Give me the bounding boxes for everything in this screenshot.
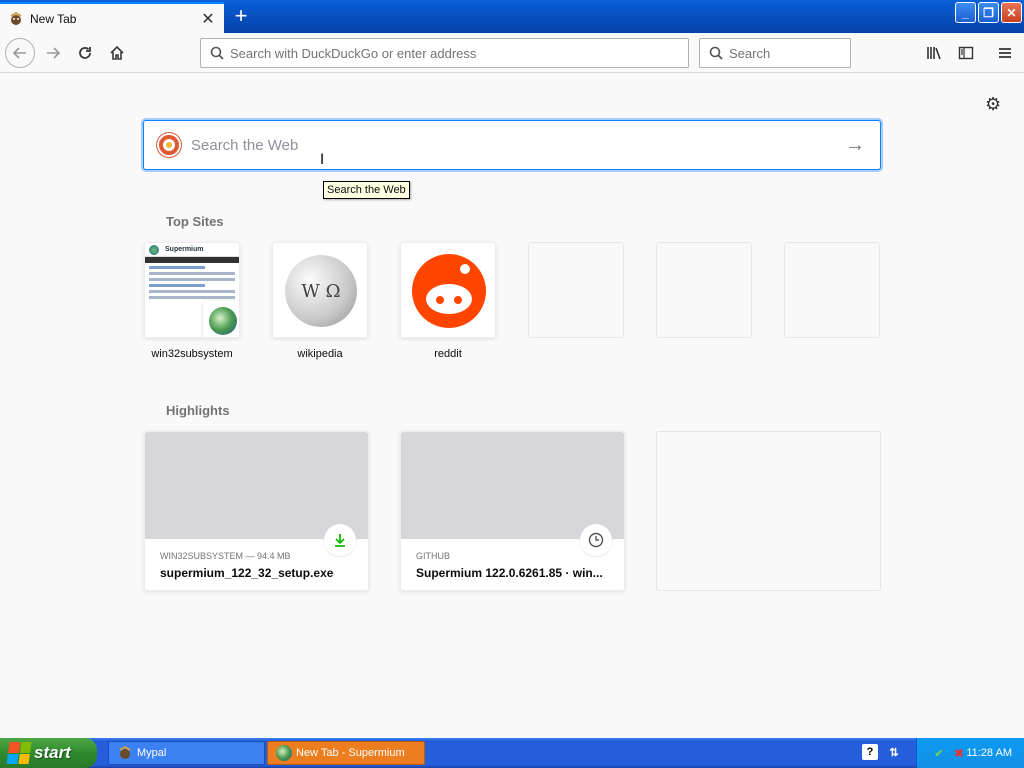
duckduckgo-icon — [157, 133, 181, 157]
empty-site-slot — [656, 242, 752, 338]
site-label: win32subsystem — [151, 348, 233, 360]
site-label: reddit — [434, 348, 462, 360]
task-label: New Tab - Supermium — [296, 747, 405, 759]
top-site-empty[interactable] — [784, 242, 880, 338]
top-site-empty[interactable] — [528, 242, 624, 338]
card-title: supermium_122_32_setup.exe — [160, 566, 334, 580]
tooltip: Search the Web — [323, 181, 410, 199]
arrow-right-icon[interactable]: → — [845, 134, 865, 157]
site-favicon — [203, 301, 239, 337]
start-button[interactable]: start — [0, 738, 97, 768]
sidebar-icon — [958, 46, 974, 60]
supermium-icon — [276, 745, 292, 761]
taskbar-item-mypal[interactable]: Mypal — [108, 741, 265, 765]
sidebar-button[interactable] — [951, 38, 981, 68]
download-icon — [324, 524, 356, 556]
card-preview — [145, 432, 368, 539]
card-preview — [401, 432, 624, 539]
top-site-empty[interactable] — [656, 242, 752, 338]
close-tab-icon[interactable]: ✕ — [198, 9, 218, 29]
hamburger-menu-icon — [999, 48, 1011, 58]
task-label: Mypal — [137, 747, 167, 759]
wikipedia-globe-icon: W Ω — [285, 255, 357, 327]
thumbnail-header: Supermium — [145, 243, 239, 257]
url-bar-placeholder: Search with DuckDuckGo or enter address — [230, 45, 477, 61]
url-bar[interactable]: Search with DuckDuckGo or enter address — [200, 38, 689, 68]
empty-site-slot — [528, 242, 624, 338]
top-site-wikipedia[interactable]: W Ω wikipedia — [272, 242, 368, 360]
text-cursor-icon: I — [320, 152, 325, 168]
web-search-placeholder: Search the Web — [191, 136, 299, 154]
tab-strip: New Tab ✕ + _ ❐ ✕ — [0, 0, 1024, 33]
taskbar-item-supermium[interactable]: New Tab - Supermium — [267, 741, 425, 765]
supermium-logo — [149, 245, 159, 255]
mypal-icon — [119, 745, 131, 759]
highlight-card[interactable]: WIN32SUBSYSTEM — 94.4 MB supermium_122_3… — [144, 431, 369, 591]
arrow-right-icon — [47, 47, 61, 59]
top-site-win32subsystem[interactable]: Supermium win32subsystem — [144, 242, 240, 360]
search-bar[interactable]: Search — [699, 38, 851, 68]
search-icon — [210, 46, 224, 60]
tab-title: New Tab — [30, 11, 77, 26]
gear-icon[interactable]: ⚙ — [985, 95, 1003, 113]
reddit-icon — [412, 254, 486, 328]
tray-left-icons: ? ⇅ — [862, 744, 902, 760]
minimize-button[interactable]: _ — [955, 2, 976, 23]
card-title: Supermium 122.0.6261.85 · win... — [416, 566, 603, 580]
reload-button[interactable] — [70, 38, 100, 68]
globe-icon — [209, 307, 237, 335]
arrow-left-icon — [12, 47, 26, 59]
site-thumbnail — [400, 242, 496, 338]
forward-button[interactable] — [38, 38, 68, 68]
start-label: start — [34, 743, 71, 762]
highlight-card[interactable]: GITHUB Supermium 122.0.6261.85 · win... — [400, 431, 625, 591]
antivirus-shield-icon[interactable]: ✖ — [951, 745, 967, 761]
security-shield-icon[interactable]: ✔ — [931, 745, 947, 761]
home-icon — [110, 45, 124, 60]
help-icon[interactable]: ? — [862, 744, 878, 760]
highlight-card-empty — [656, 431, 881, 591]
windows-logo-icon — [6, 742, 32, 764]
new-tab-page: ⚙ Search the Web → I Search the Web Top … — [0, 74, 1024, 738]
restore-button[interactable]: ❐ — [978, 2, 999, 23]
new-tab-button[interactable]: + — [228, 4, 254, 30]
clock: 11:28 AM — [966, 747, 1012, 759]
search-icon — [709, 46, 723, 60]
reload-icon — [79, 47, 91, 59]
empty-site-slot — [784, 242, 880, 338]
clock-icon — [580, 524, 612, 556]
library-button[interactable] — [919, 38, 949, 68]
site-label: wikipedia — [297, 348, 343, 360]
library-icon — [927, 47, 941, 60]
mypal-favicon-icon — [10, 11, 22, 25]
network-icon[interactable]: ⇅ — [886, 744, 902, 760]
web-search-box[interactable]: Search the Web → — [143, 120, 881, 170]
close-window-button[interactable]: ✕ — [1001, 2, 1022, 23]
tab-new-tab[interactable]: New Tab ✕ — [0, 2, 224, 33]
site-thumbnail: W Ω — [272, 242, 368, 338]
site-thumbnail: Supermium — [144, 242, 240, 338]
home-button[interactable] — [102, 38, 132, 68]
back-button[interactable] — [5, 38, 35, 68]
highlights-title: Highlights — [166, 403, 230, 418]
menu-button[interactable] — [990, 38, 1020, 68]
search-bar-placeholder: Search — [729, 45, 771, 61]
top-sites-title: Top Sites — [166, 214, 224, 229]
nav-toolbar: Search with DuckDuckGo or enter address … — [0, 33, 1024, 73]
card-meta: WIN32SUBSYSTEM — 94.4 MB — [160, 551, 291, 561]
card-meta: GITHUB — [416, 551, 451, 561]
window-controls: _ ❐ ✕ — [955, 2, 1022, 23]
system-tray: ✔ ✖ 11:28 AM — [916, 738, 1024, 768]
top-site-reddit[interactable]: reddit — [400, 242, 496, 360]
